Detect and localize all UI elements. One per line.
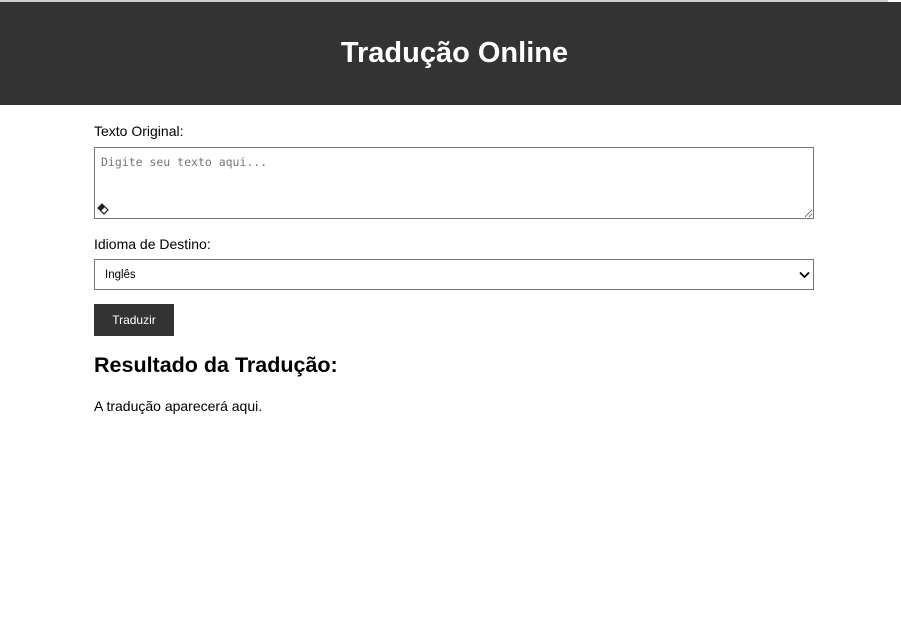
original-text-label: Texto Original: bbox=[94, 123, 184, 139]
result-heading: Resultado da Tradução: bbox=[94, 353, 338, 377]
target-language-label: Idioma de Destino: bbox=[94, 236, 211, 252]
chevron-down-icon bbox=[799, 271, 810, 278]
page-title: Tradução Online bbox=[340, 37, 569, 69]
translate-button[interactable]: Traduzir bbox=[94, 304, 174, 336]
eraser-icon bbox=[97, 203, 109, 215]
original-text-input[interactable] bbox=[94, 147, 814, 219]
target-language-select[interactable]: Inglês bbox=[94, 259, 814, 290]
result-text: A tradução aparecerá aqui. bbox=[94, 398, 263, 414]
page-header: Tradução Online bbox=[0, 2, 901, 105]
target-language-value: Inglês bbox=[105, 268, 136, 281]
